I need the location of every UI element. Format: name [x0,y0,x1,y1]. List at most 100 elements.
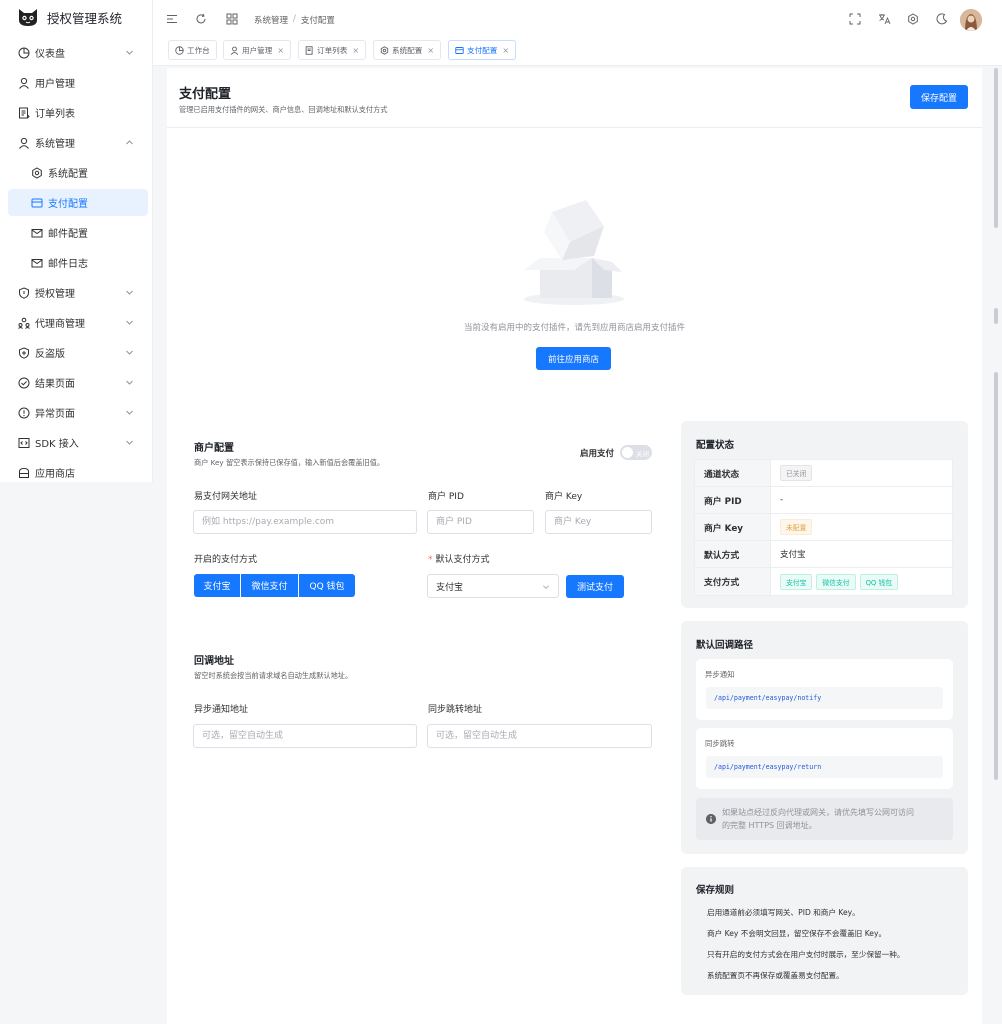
goto-app-store-button[interactable]: 前往应用商店 [536,347,611,370]
mail-settings-icon [30,226,43,239]
status-value: - [780,495,784,505]
tabs-bar: 工作台 用户管理 × 订单列表 × 系统配置 × 支付配置 × [153,40,1002,66]
status-badge: 未配置 [780,519,813,535]
check-circle-icon [17,376,30,389]
sidebar-item-label: 结果页面 [35,379,75,390]
chevron-down-icon [125,348,134,357]
refresh-icon[interactable] [195,13,207,25]
sidebar-item-sdk[interactable]: SDK 接入 [8,429,148,456]
sidebar-item-result-pages[interactable]: 结果页面 [8,369,148,396]
tab-orders[interactable]: 订单列表 × [298,40,367,60]
sidebar-item-label: 系统配置 [48,169,88,180]
shield-icon [17,286,30,299]
status-badge: 已关闭 [780,465,813,481]
status-value: 支付宝 [780,550,806,560]
pid-label: 商户 PID [428,492,464,502]
sidebar-item-agents[interactable]: 代理商管理 [8,309,148,336]
scrollbar-thumb-secondary[interactable] [994,308,998,324]
status-row-methods: 支付方式 支付宝 微信支付 QQ 钱包 [695,568,954,595]
user-icon [17,76,30,89]
sidebar-item-payment-config[interactable]: 支付配置 [8,189,148,216]
test-payment-button[interactable]: 测试支付 [566,575,624,598]
sidebar-item-label: 邮件日志 [48,259,88,270]
save-config-button[interactable]: 保存配置 [910,85,968,109]
return-path-box: 同步跳转 /api/payment/easypay/return [696,728,953,789]
menu-fold-icon[interactable] [166,13,178,25]
fullscreen-icon[interactable] [849,13,861,25]
tab-system-config[interactable]: 系统配置 × [373,40,442,60]
sidebar-item-label: 仪表盘 [35,49,65,60]
callback-paths-title: 默认回调路径 [696,640,754,651]
tab-payment-config[interactable]: 支付配置 × [448,40,517,60]
breadcrumb-item-payment: 支付配置 [300,16,335,26]
page-scrollbar[interactable] [993,68,999,780]
sidebar-item-label: 系统管理 [35,139,75,150]
tab-workbench[interactable]: 工作台 [168,40,217,60]
sidebar-item-error-pages[interactable]: 异常页面 [8,399,148,426]
method-tag: 微信支付 [816,573,856,590]
breadcrumb: 系统管理 / 支付配置 [254,14,335,26]
avatar[interactable] [960,9,982,31]
sidebar-item-mail-config[interactable]: 邮件配置 [8,219,148,246]
status-key: 默认方式 [695,541,771,567]
dashboard-icon [17,46,30,59]
default-method-select[interactable]: 支付宝 [427,574,559,598]
chevron-down-icon [125,378,134,387]
payment-card-icon [455,46,464,55]
sidebar-item-label: 支付配置 [48,199,88,210]
proxy-tip: 如果站点经过反向代理或网关，请优先填写公网可访问 的完整 HTTPS 回调地址。 [696,798,953,840]
close-icon[interactable]: × [502,46,509,55]
notify-path-code: /api/payment/easypay/notify [706,687,943,709]
sidebar-item-system-config[interactable]: 系统配置 [8,159,148,186]
default-method-value: 支付宝 [436,582,464,593]
tab-label: 支付配置 [467,45,498,55]
close-icon[interactable]: × [427,46,434,55]
page-title: 支付配置 [179,87,232,102]
grid-icon[interactable] [226,13,238,25]
proxy-tip-text: 如果站点经过反向代理或网关，请优先填写公网可访问 的完整 HTTPS 回调地址。 [722,806,914,832]
moon-icon[interactable] [936,13,948,25]
sidebar-item-store[interactable]: 应用商店 [8,459,148,486]
translate-icon[interactable] [878,13,891,25]
method-qq-button[interactable]: QQ 钱包 [299,574,355,597]
sidebar-item-label: 异常页面 [35,409,75,420]
scrollbar-thumb[interactable] [994,68,998,228]
notify-url-input[interactable] [193,724,417,748]
close-icon[interactable]: × [352,46,359,55]
default-method-label-text: 默认支付方式 [435,555,490,565]
gateway-input[interactable] [193,510,417,534]
tab-users[interactable]: 用户管理 × [223,40,292,60]
sidebar-item-users[interactable]: 用户管理 [8,69,148,96]
chevron-down-icon [125,48,134,57]
breadcrumb-item-system[interactable]: 系统管理 [254,14,288,26]
sidebar-item-license[interactable]: 授权管理 [8,279,148,306]
method-alipay-button[interactable]: 支付宝 [194,574,240,597]
sidebar-item-anti-piracy[interactable]: 反盗版 [8,339,148,366]
save-rule-item: 启用通道前必须填写网关、PID 和商户 Key。 [707,908,860,917]
top-bar: 系统管理 / 支付配置 [153,0,1002,40]
callback-section-desc: 留空时系统会按当前请求域名自动生成默认地址。 [194,671,353,680]
pid-input[interactable] [427,510,534,534]
enable-payment-toggle[interactable]: 关闭 [620,445,652,460]
key-input[interactable] [545,510,652,534]
return-url-input[interactable] [427,724,652,748]
app-logo[interactable]: 授权管理系统 [17,7,122,27]
settings-icon[interactable] [907,13,919,25]
sidebar-item-system[interactable]: 系统管理 [8,129,148,156]
chevron-down-icon [542,583,550,591]
sidebar-item-dashboard[interactable]: 仪表盘 [8,39,148,66]
main-panel: 支付配置 管理已启用支付插件的网关、商户信息、回调地址和默认支付方式 保存配置 … [167,68,982,1024]
scrollbar-thumb-main[interactable] [994,372,998,780]
breadcrumb-separator: / [293,14,296,24]
method-wechat-button[interactable]: 微信支付 [241,574,298,597]
return-path-code: /api/payment/easypay/return [706,756,943,778]
sidebar-item-orders[interactable]: 订单列表 [8,99,148,126]
return-url-label: 同步跳转地址 [428,705,483,715]
toggle-text: 关闭 [636,450,649,458]
tab-label: 用户管理 [242,45,273,55]
agents-icon [17,316,30,329]
tab-label: 工作台 [187,45,210,55]
close-icon[interactable]: × [277,46,284,55]
sidebar-item-mail-log[interactable]: 邮件日志 [8,249,148,276]
status-key: 支付方式 [695,568,771,595]
